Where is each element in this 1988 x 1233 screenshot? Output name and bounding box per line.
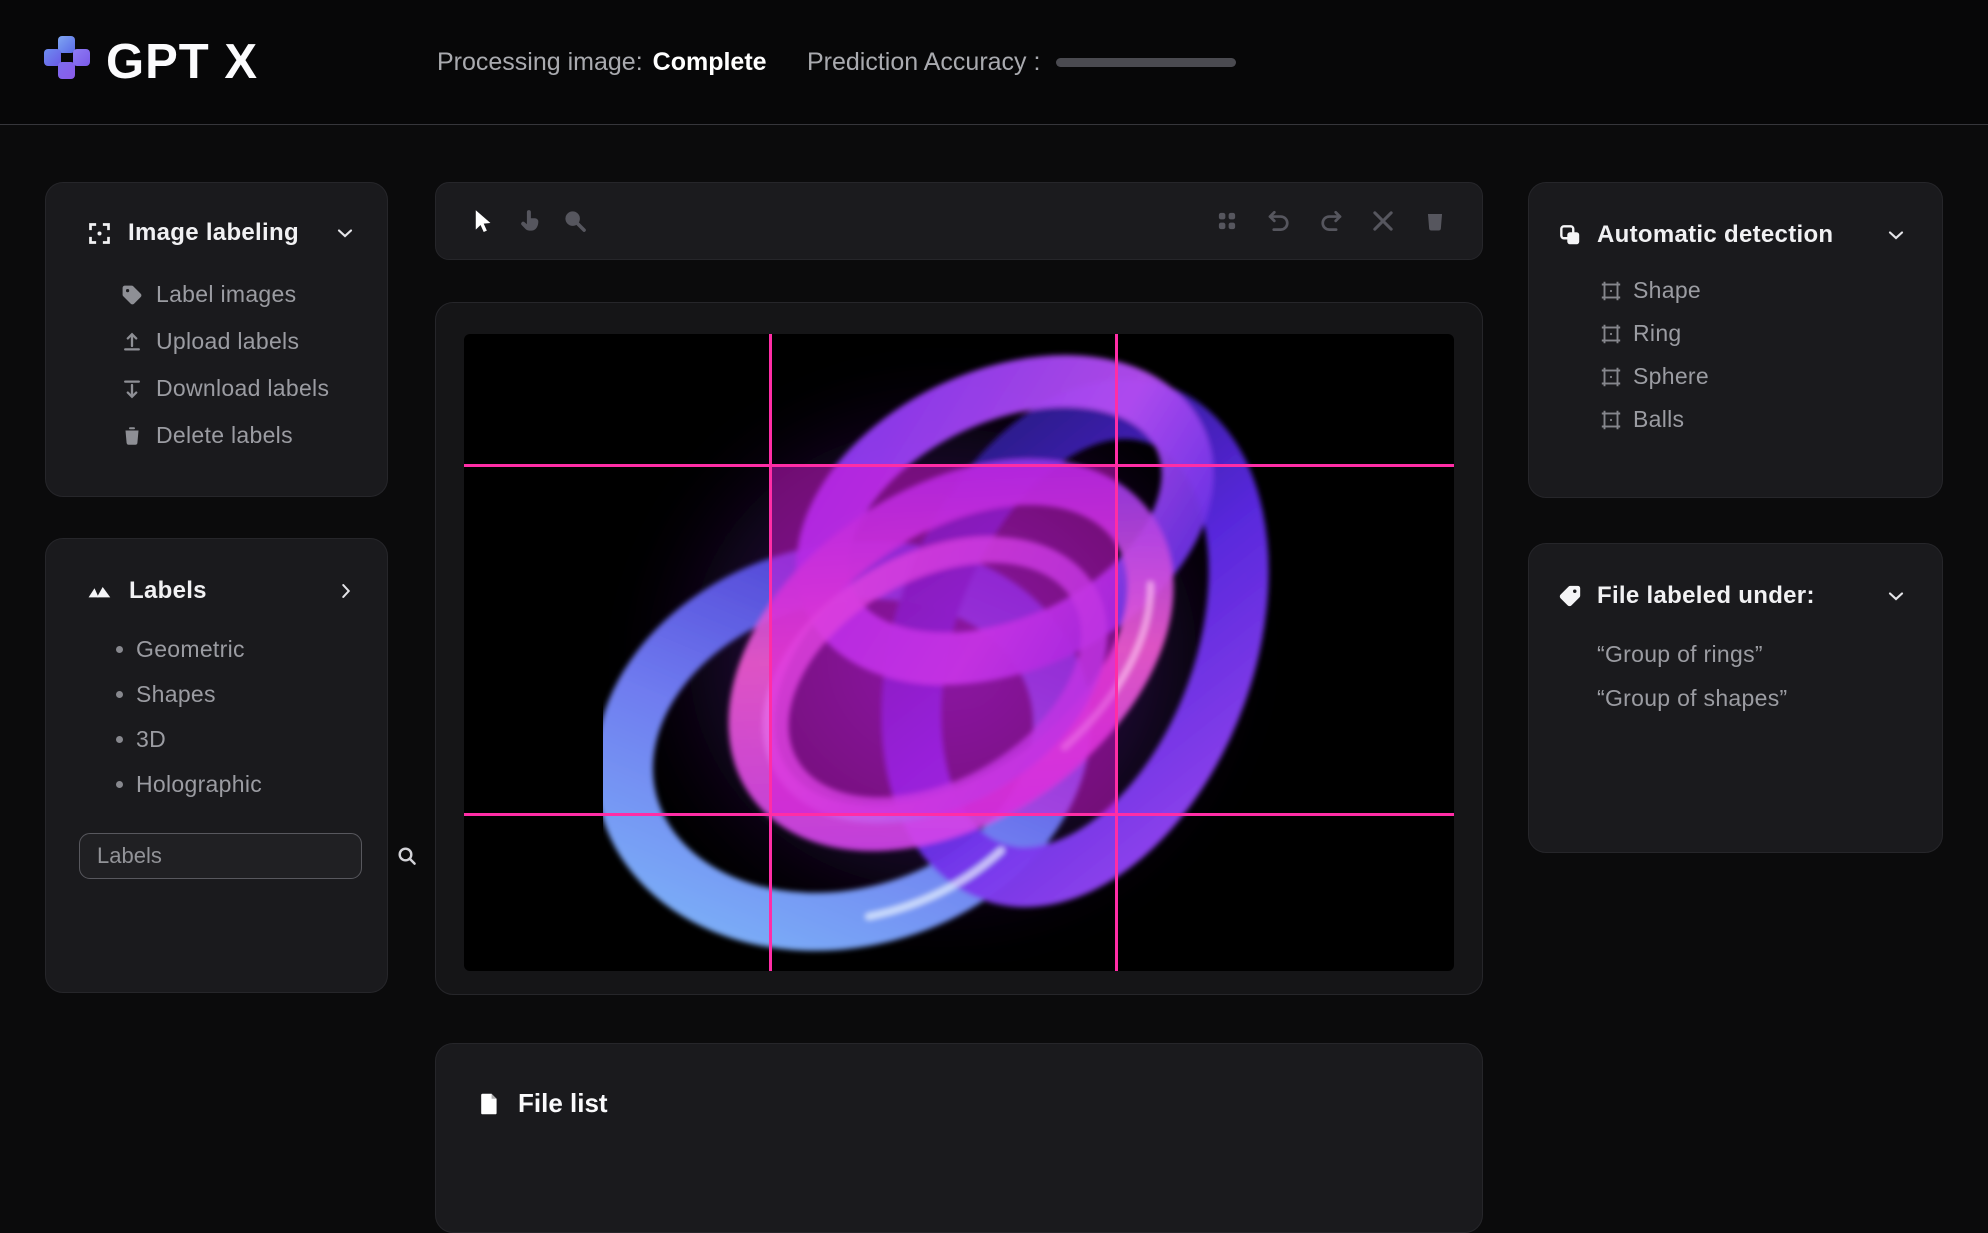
panel-title-labels: Labels	[129, 577, 207, 605]
detection-item-label: Shape	[1633, 277, 1701, 304]
crosshair-horizontal-1[interactable]	[464, 464, 1454, 467]
file-icon	[476, 1091, 502, 1117]
trash-icon	[120, 424, 144, 448]
image-labeling-panel: Image labeling Label images Upload label…	[45, 182, 388, 497]
prediction-accuracy-label: Prediction Accuracy :	[807, 48, 1040, 77]
file-label-group-of-shapes[interactable]: “Group of shapes”	[1557, 676, 1908, 720]
bounding-box-icon	[1599, 408, 1623, 432]
bullet-dot	[116, 691, 123, 698]
panel-title-file-labeled: File labeled under:	[1597, 582, 1815, 610]
upload-icon	[120, 330, 144, 354]
panel-title-image-labeling: Image labeling	[128, 219, 299, 247]
close-icon[interactable]	[1364, 202, 1402, 240]
label-item-shapes[interactable]: Shapes	[86, 672, 357, 717]
download-icon	[120, 377, 144, 401]
menu-item-label: Label images	[156, 281, 296, 308]
detection-item-balls[interactable]: Balls	[1557, 398, 1908, 441]
chevron-down-icon[interactable]	[333, 221, 357, 245]
tag-icon	[120, 283, 144, 307]
hand-pointer-icon[interactable]	[510, 202, 548, 240]
tag-icon	[1557, 583, 1583, 609]
logo-text: GPT X	[106, 34, 258, 90]
label-item-text: 3D	[136, 726, 166, 753]
undo-icon[interactable]	[1260, 202, 1298, 240]
app-logo[interactable]: GPT X	[44, 34, 258, 90]
processing-status-value: Complete	[653, 48, 767, 77]
menu-item-label: Upload labels	[156, 328, 299, 355]
detection-item-ring[interactable]: Ring	[1557, 312, 1908, 355]
label-item-holographic[interactable]: Holographic	[86, 762, 357, 807]
crosshair-vertical-1[interactable]	[769, 334, 772, 971]
mountains-icon	[86, 577, 114, 605]
bullet-dot	[116, 781, 123, 788]
bounding-box-icon	[1599, 365, 1623, 389]
zoom-icon[interactable]	[556, 202, 594, 240]
menu-item-label: Download labels	[156, 375, 329, 402]
menu-item-download-labels[interactable]: Download labels	[86, 365, 357, 412]
file-list-title: File list	[518, 1088, 608, 1119]
automatic-detection-panel: Automatic detection Shape	[1528, 182, 1943, 498]
panel-title-automatic-detection: Automatic detection	[1597, 221, 1833, 249]
processing-status-label: Processing image:	[437, 48, 643, 77]
menu-item-upload-labels[interactable]: Upload labels	[86, 318, 357, 365]
label-item-text: Geometric	[136, 636, 245, 663]
chevron-right-icon[interactable]	[335, 580, 357, 602]
bounding-box-icon	[1599, 279, 1623, 303]
canvas-toolbar	[435, 182, 1483, 260]
menu-item-label-images[interactable]: Label images	[86, 271, 357, 318]
app-header: GPT X Processing image: Complete Predict…	[0, 0, 1988, 125]
detection-item-label: Ring	[1633, 320, 1682, 347]
copy-icon	[1557, 222, 1583, 248]
search-icon[interactable]	[395, 844, 419, 868]
crosshair-vertical-2[interactable]	[1115, 334, 1118, 971]
menu-item-delete-labels[interactable]: Delete labels	[86, 412, 357, 459]
detection-item-label: Sphere	[1633, 363, 1709, 390]
label-item-text: Holographic	[136, 771, 262, 798]
bullet-dot	[116, 646, 123, 653]
cursor-icon[interactable]	[464, 202, 502, 240]
bounding-box-icon	[1599, 322, 1623, 346]
file-labeled-panel: File labeled under: “Group of rings” “Gr…	[1528, 543, 1943, 853]
logo-squares-icon	[44, 34, 96, 90]
label-item-geometric[interactable]: Geometric	[86, 627, 357, 672]
label-item-3d[interactable]: 3D	[86, 717, 357, 762]
file-label-text: “Group of shapes”	[1597, 685, 1787, 712]
label-item-text: Shapes	[136, 681, 216, 708]
file-list-panel: File list	[435, 1043, 1483, 1233]
bullet-dot	[116, 736, 123, 743]
canvas-card	[435, 302, 1483, 995]
detection-item-label: Balls	[1633, 406, 1684, 433]
labels-panel: Labels Geometric Shapes 3D Holographic	[45, 538, 388, 993]
scan-frame-icon	[86, 220, 113, 247]
file-label-text: “Group of rings”	[1597, 641, 1763, 668]
chevron-down-icon[interactable]	[1884, 584, 1908, 608]
labels-search-box	[79, 833, 362, 879]
menu-item-label: Delete labels	[156, 422, 293, 449]
labels-search-input[interactable]	[80, 843, 395, 869]
prediction-accuracy-bar	[1056, 58, 1236, 67]
redo-icon[interactable]	[1312, 202, 1350, 240]
file-label-group-of-rings[interactable]: “Group of rings”	[1557, 632, 1908, 676]
detection-item-shape[interactable]: Shape	[1557, 269, 1908, 312]
trash-icon[interactable]	[1416, 202, 1454, 240]
chevron-down-icon[interactable]	[1884, 223, 1908, 247]
labeled-image[interactable]	[464, 334, 1454, 971]
grid-icon[interactable]	[1208, 202, 1246, 240]
detection-item-sphere[interactable]: Sphere	[1557, 355, 1908, 398]
crosshair-horizontal-2[interactable]	[464, 813, 1454, 816]
selection-region[interactable]	[771, 465, 1117, 814]
